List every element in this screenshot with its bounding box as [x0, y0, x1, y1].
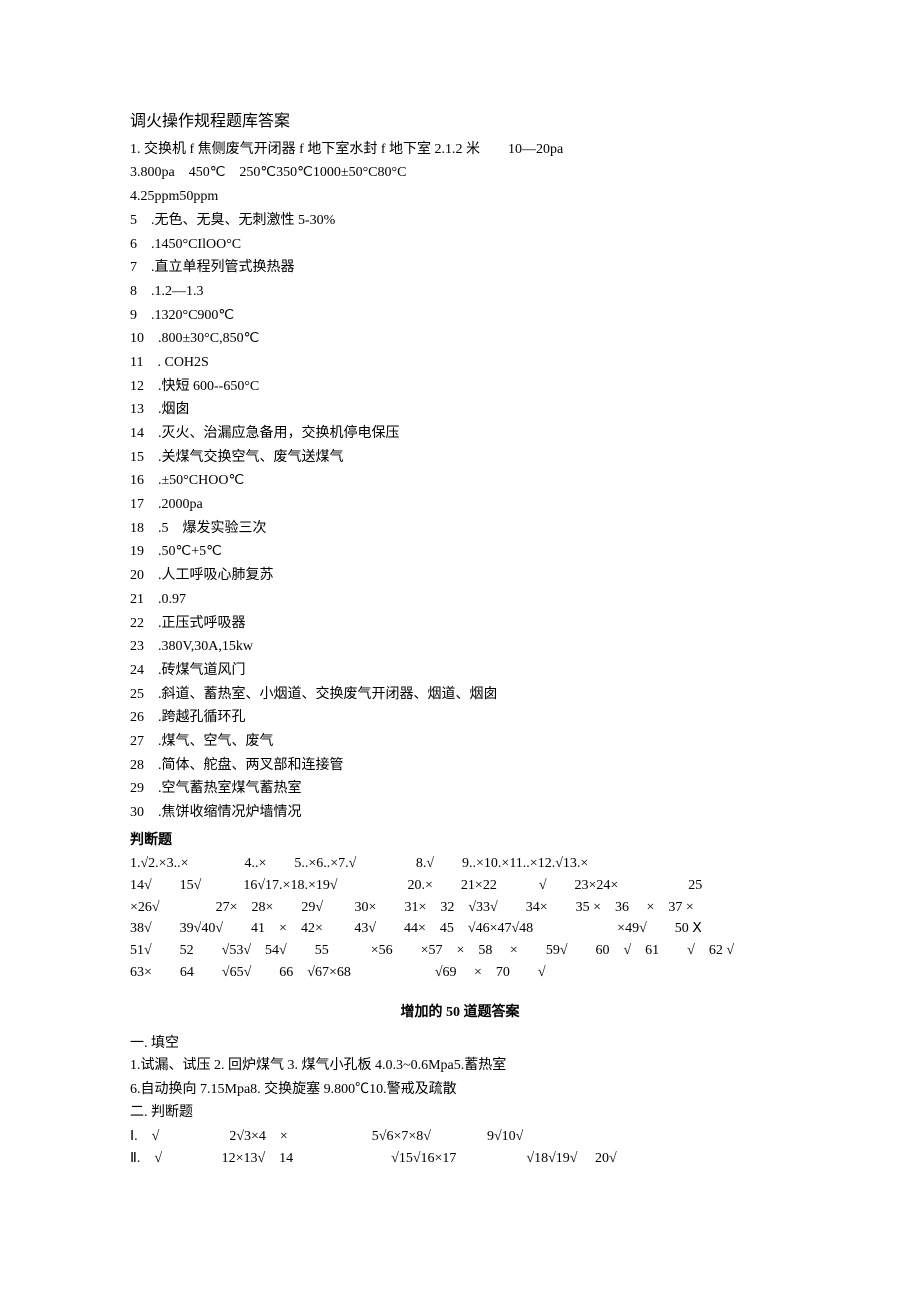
fill-item: 12 .快短 600--650°C [130, 376, 790, 398]
fill-item: 6 .1450°CIlOO°C [130, 234, 790, 256]
fill-item: 27 .煤气、空气、废气 [130, 731, 790, 753]
fill-item: 7 .直立单程列管式换热器 [130, 257, 790, 279]
fill-item: 25 .斜道、蓄热室、小烟道、交换废气开闭器、烟道、烟囱 [130, 684, 790, 706]
fill-item: 22 .正压式呼吸器 [130, 613, 790, 635]
fill-item: 16 .±50°CHOO℃ [130, 470, 790, 492]
fill-item: 24 .砖煤气道风门 [130, 660, 790, 682]
judgment-line: 63× 64 √65√ 66 √67×68 √69 × 70 √ [130, 962, 790, 984]
fill-item: 17 .2000pa [130, 494, 790, 516]
fill-blank-section-2-label: 一. 填空 [130, 1033, 790, 1055]
judgment-line: Ⅱ. √ 12×13√ 14 √15√16×17 √18√19√ 20√ [130, 1148, 790, 1170]
fill-blank-section-1: 1. 交换机 f 焦侧废气开闭器 f 地下室水封 f 地下室 2.1.2 米 1… [130, 139, 790, 824]
fill-item: 4.25ppm50ppm [130, 186, 790, 208]
fill-item: 5 .无色、无臭、无刺激性 5-30% [130, 210, 790, 232]
fill-item: 20 .人工呼吸心肺复苏 [130, 565, 790, 587]
judgment-section-2-label: 二. 判断题 [130, 1102, 790, 1124]
judgment-line: ×26√ 27× 28× 29√ 30× 31× 32 √33√ 34× 35 … [130, 897, 790, 919]
fill-item: 26 .跨越孔循环孔 [130, 707, 790, 729]
fill-item: 3.800pa 450℃ 250℃350℃1000±50°C80°C [130, 162, 790, 184]
added-questions-title: 增加的 50 道题答案 [130, 1002, 790, 1024]
fill-item: 1. 交换机 f 焦侧废气开闭器 f 地下室水封 f 地下室 2.1.2 米 1… [130, 139, 790, 161]
fill-item: 13 .烟囱 [130, 399, 790, 421]
fill-item: 29 .空气蓄热室煤气蓄热室 [130, 778, 790, 800]
document-page: 调火操作规程题库答案 1. 交换机 f 焦侧废气开闭器 f 地下室水封 f 地下… [0, 0, 920, 1229]
fill-item: 9 .1320°C900℃ [130, 305, 790, 327]
main-title: 调火操作规程题库答案 [130, 110, 790, 135]
fill-item: 10 .800±30°C,850℃ [130, 328, 790, 350]
judgment-answers-block: 1.√2.×3..× 4..× 5..×6..×7.√ 8.√ 9..×10.×… [130, 853, 790, 983]
fill-item: 18 .5 爆发实验三次 [130, 518, 790, 540]
judgment-section-label: 判断题 [130, 830, 790, 852]
fill-item: 23 .380V,30A,15kw [130, 636, 790, 658]
judgment-line: 38√ 39√40√ 41 × 42× 43√ 44× 45 √46×47√48… [130, 918, 790, 940]
fill-item: 6.自动换向 7.15Mpa8. 交换旋塞 9.800℃10.警戒及疏散 [130, 1079, 790, 1101]
fill-item: 19 .50℃+5℃ [130, 541, 790, 563]
judgment-answers-block-2: Ⅰ. √ 2√3×4 × 5√6×7×8√ 9√10√ Ⅱ. √ 12×13√ … [130, 1126, 790, 1169]
judgment-line: 51√ 52 √53√ 54√ 55 ×56 ×57 × 58 × 59√ 60… [130, 940, 790, 962]
fill-blank-section-2: 1.试漏、试压 2. 回炉煤气 3. 煤气小孔板 4.0.3~0.6Mpa5.蓄… [130, 1055, 790, 1100]
fill-item: 1.试漏、试压 2. 回炉煤气 3. 煤气小孔板 4.0.3~0.6Mpa5.蓄… [130, 1055, 790, 1077]
fill-item: 28 .简体、舵盘、两叉部和连接管 [130, 755, 790, 777]
fill-item: 30 .焦饼收缩情况炉墙情况 [130, 802, 790, 824]
fill-item: 15 .关煤气交换空气、废气送煤气 [130, 447, 790, 469]
fill-item: 8 .1.2—1.3 [130, 281, 790, 303]
fill-item: 21 .0.97 [130, 589, 790, 611]
fill-item: 11 . COH2S [130, 352, 790, 374]
judgment-line: Ⅰ. √ 2√3×4 × 5√6×7×8√ 9√10√ [130, 1126, 790, 1148]
fill-item: 14 .灭火、治漏应急备用，交换机停电保压 [130, 423, 790, 445]
judgment-line: 1.√2.×3..× 4..× 5..×6..×7.√ 8.√ 9..×10.×… [130, 853, 790, 875]
judgment-line: 14√ 15√ 16√17.×18.×19√ 20.× 21×22 √ 23×2… [130, 875, 790, 897]
